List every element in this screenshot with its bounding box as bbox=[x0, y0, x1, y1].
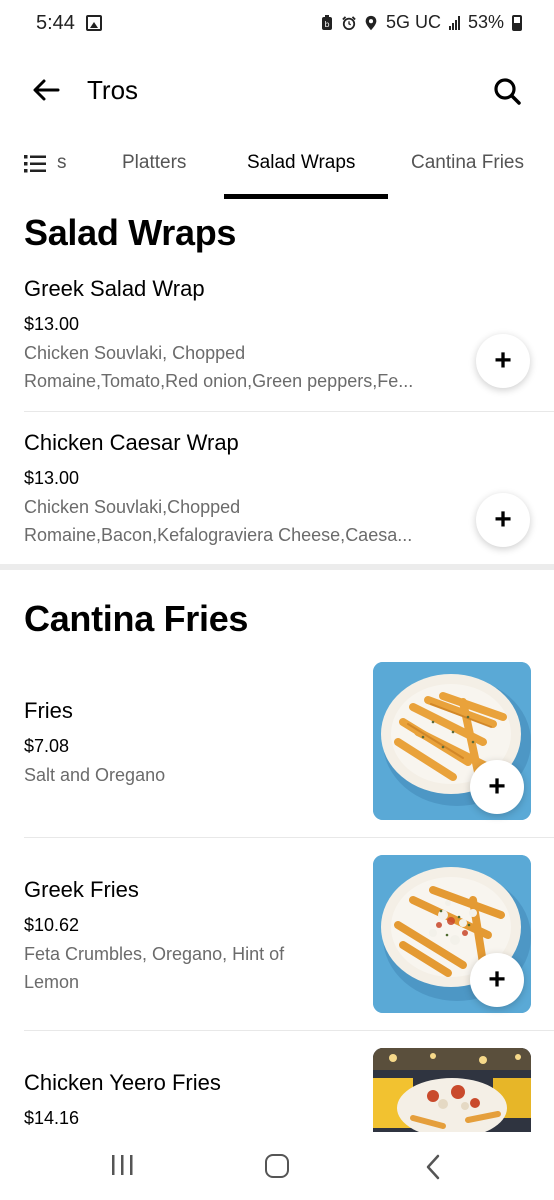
item-description: Chicken Souvlaki,Chopped Romaine,Bacon,K… bbox=[24, 493, 464, 549]
menu-item[interactable]: Chicken Yeero Fries $14.16 bbox=[0, 1048, 554, 1132]
item-name: Fries bbox=[24, 698, 73, 723]
tab-platters[interactable]: Platters bbox=[122, 152, 186, 174]
section-divider bbox=[0, 564, 554, 570]
item-description-line: Lemon bbox=[24, 972, 80, 992]
chicken-yeero-fries-image[interactable] bbox=[373, 1048, 531, 1132]
menu-item[interactable]: Greek Salad Wrap $13.00 Chicken Souvlaki… bbox=[0, 274, 554, 412]
item-price: $14.16 bbox=[24, 1108, 80, 1128]
svg-text:b: b bbox=[324, 20, 329, 29]
chicken-yeero-fries-photo bbox=[373, 1048, 531, 1132]
menu-item[interactable]: Greek Fries $10.62 Feta Crumbles, Oregan… bbox=[0, 855, 554, 1015]
menu-content: Salad Wraps Greek Salad Wrap $13.00 Chic… bbox=[0, 200, 554, 1132]
search-icon[interactable] bbox=[492, 76, 522, 106]
active-tab-indicator bbox=[224, 194, 388, 199]
section-title-salad-wraps: Salad Wraps bbox=[24, 212, 237, 253]
page-title: Tros bbox=[87, 75, 139, 105]
item-description-line: Feta Crumbles, Oregano, Hint of bbox=[24, 944, 285, 964]
category-tabs: s Platters Salad Wraps Cantina Fries bbox=[0, 132, 554, 200]
item-price: $13.00 bbox=[24, 468, 80, 488]
item-description: Salt and Oregano bbox=[24, 761, 354, 789]
menu-list-icon[interactable] bbox=[24, 154, 48, 174]
home-icon[interactable] bbox=[265, 1154, 289, 1178]
battery-saver-icon: b bbox=[321, 14, 332, 30]
nav-back-icon[interactable] bbox=[424, 1154, 442, 1180]
item-description-line: Chicken Souvlaki,Chopped bbox=[24, 497, 241, 517]
signal-icon bbox=[448, 15, 460, 30]
item-price: $10.62 bbox=[24, 915, 80, 935]
tab-truncated[interactable]: s bbox=[57, 152, 67, 174]
network-type: 5G UC bbox=[385, 12, 441, 32]
recent-apps-icon[interactable] bbox=[110, 1154, 134, 1176]
status-time: 5:44 bbox=[36, 12, 75, 34]
battery-icon bbox=[512, 14, 522, 31]
status-indicators: b 5G UC 53% bbox=[320, 12, 522, 33]
item-description: Feta Crumbles, Oregano, Hint of Lemon bbox=[24, 940, 354, 996]
gallery-notification-icon bbox=[86, 15, 102, 31]
battery-percent: 53% bbox=[467, 12, 504, 32]
item-description-line: Salt and Oregano bbox=[24, 765, 166, 785]
add-item-button[interactable]: + bbox=[476, 493, 530, 547]
menu-item[interactable]: Chicken Caesar Wrap $13.00 Chicken Souvl… bbox=[0, 428, 554, 566]
back-arrow-icon[interactable] bbox=[30, 74, 62, 106]
item-divider bbox=[24, 1030, 554, 1031]
add-item-button[interactable]: + bbox=[470, 953, 524, 1007]
tab-cantina-fries[interactable]: Cantina Fries bbox=[411, 152, 524, 174]
item-name: Greek Salad Wrap bbox=[24, 276, 205, 301]
status-bar: 5:44 b 5G UC 53% bbox=[0, 0, 554, 48]
app-header: Tros bbox=[0, 62, 554, 120]
item-description: Chicken Souvlaki, Chopped Romaine,Tomato… bbox=[24, 339, 464, 395]
section-title-cantina-fries: Cantina Fries bbox=[24, 598, 249, 639]
item-price: $7.08 bbox=[24, 736, 70, 756]
menu-item[interactable]: Fries $7.08 Salt and Oregano + bbox=[0, 662, 554, 822]
item-name: Greek Fries bbox=[24, 877, 139, 902]
item-description-line: Romaine,Bacon,Kefalograviera Cheese,Caes… bbox=[24, 525, 413, 545]
item-name: Chicken Yeero Fries bbox=[24, 1070, 221, 1095]
item-description-line: Chicken Souvlaki, Chopped bbox=[24, 343, 246, 363]
item-name: Chicken Caesar Wrap bbox=[24, 430, 239, 455]
item-divider bbox=[24, 411, 554, 412]
item-description-line: Romaine,Tomato,Red onion,Green peppers,F… bbox=[24, 371, 414, 391]
alarm-icon bbox=[342, 15, 356, 30]
add-item-button[interactable]: + bbox=[470, 760, 524, 814]
location-icon bbox=[365, 15, 377, 30]
add-item-button[interactable]: + bbox=[476, 334, 530, 388]
item-price: $13.00 bbox=[24, 314, 80, 334]
system-nav-bar bbox=[0, 1132, 554, 1200]
tab-salad-wraps[interactable]: Salad Wraps bbox=[247, 152, 355, 174]
item-divider bbox=[24, 837, 554, 838]
